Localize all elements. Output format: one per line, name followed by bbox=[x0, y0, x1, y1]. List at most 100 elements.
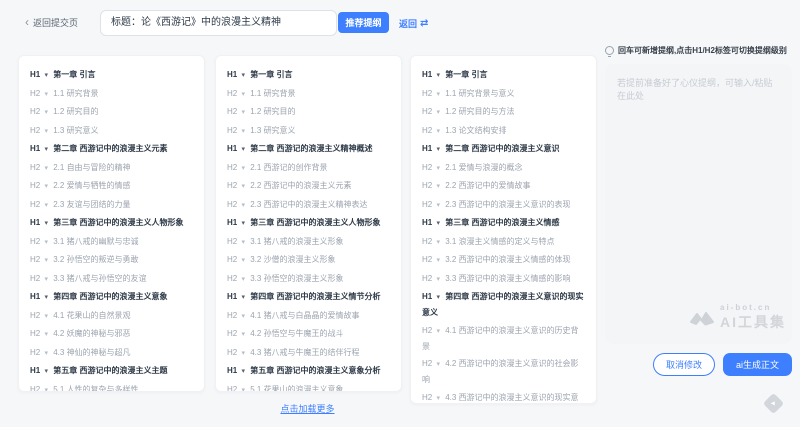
heading-level-tag[interactable]: H1 bbox=[227, 366, 237, 375]
heading-level-tag[interactable]: H1 bbox=[30, 292, 40, 301]
heading-level-tag[interactable]: H2 bbox=[422, 200, 432, 209]
heading-level-tag[interactable]: H2 bbox=[422, 107, 432, 116]
heading-level-tag[interactable]: H2 bbox=[30, 348, 40, 357]
heading-level-tag[interactable]: H2 bbox=[422, 255, 432, 264]
outline-item-text[interactable]: 第四章 西游记中的浪漫主义情节分析 bbox=[250, 292, 380, 301]
heading-level-tag[interactable]: H2 bbox=[30, 200, 40, 209]
outline-item-text[interactable]: 4.2 西游记中的浪漫主义意识的社会影响 bbox=[422, 359, 579, 384]
heading-level-tag[interactable]: H1 bbox=[422, 218, 432, 227]
heading-level-tag[interactable]: H2 bbox=[227, 237, 237, 246]
heading-level-tag[interactable]: H2 bbox=[30, 385, 40, 393]
heading-level-tag[interactable]: H2 bbox=[227, 181, 237, 190]
heading-level-tag[interactable]: H2 bbox=[422, 181, 432, 190]
recommend-outline-button[interactable]: 推荐提纲 bbox=[338, 12, 389, 33]
heading-level-tag[interactable]: H2 bbox=[30, 274, 40, 283]
heading-level-tag[interactable]: H2 bbox=[227, 200, 237, 209]
outline-item-text[interactable]: 第二章 西游记中的浪漫主义意识 bbox=[445, 144, 559, 153]
outline-item-text[interactable]: 1.3 研究意义 bbox=[250, 126, 295, 135]
floating-widget-icon[interactable]: ◂ bbox=[763, 393, 784, 414]
heading-level-tag[interactable]: H2 bbox=[422, 393, 432, 402]
outline-item-text[interactable]: 5.1 花果山的浪漫主义意象 bbox=[250, 385, 343, 393]
outline-item-text[interactable]: 第一章 引言 bbox=[445, 70, 487, 79]
heading-level-tag[interactable]: H2 bbox=[227, 348, 237, 357]
outline-item-text[interactable]: 3.2 西游记中的浪漫主义情感的体现 bbox=[445, 255, 570, 264]
heading-level-tag[interactable]: H2 bbox=[422, 126, 432, 135]
outline-item-text[interactable]: 第一章 引言 bbox=[53, 70, 95, 79]
cancel-edit-button[interactable]: 取消修改 bbox=[653, 353, 715, 376]
outline-item-text[interactable]: 第三章 西游记中的浪漫主义人物形象 bbox=[250, 218, 380, 227]
outline-item-text[interactable]: 第三章 西游记中的浪漫主义情感 bbox=[445, 218, 559, 227]
heading-level-tag[interactable]: H2 bbox=[227, 107, 237, 116]
heading-level-tag[interactable]: H2 bbox=[30, 237, 40, 246]
outline-item-text[interactable]: 1.3 研究意义 bbox=[53, 126, 98, 135]
heading-level-tag[interactable]: H1 bbox=[227, 144, 237, 153]
outline-item-text[interactable]: 2.3 西游记中的浪漫主义精神表达 bbox=[250, 200, 367, 209]
heading-level-tag[interactable]: H2 bbox=[30, 89, 40, 98]
outline-item-text[interactable]: 第二章 西游记的浪漫主义精神概述 bbox=[250, 144, 372, 153]
heading-level-tag[interactable]: H2 bbox=[227, 255, 237, 264]
outline-item-text[interactable]: 2.2 爱情与牺牲的情感 bbox=[53, 181, 130, 190]
outline-item-text[interactable]: 3.1 猪八戒的幽默与忠诚 bbox=[53, 237, 138, 246]
outline-item-text[interactable]: 2.1 自由与冒险的精神 bbox=[53, 163, 130, 172]
heading-level-tag[interactable]: H2 bbox=[422, 326, 432, 335]
heading-level-tag[interactable]: H2 bbox=[30, 181, 40, 190]
heading-level-tag[interactable]: H1 bbox=[422, 144, 432, 153]
outline-item-text[interactable]: 5.1 人性的复杂与多样性 bbox=[53, 385, 138, 393]
outline-item-text[interactable]: 3.3 西游记中的浪漫主义情感的影响 bbox=[445, 274, 570, 283]
heading-level-tag[interactable]: H1 bbox=[422, 292, 432, 301]
heading-level-tag[interactable]: H2 bbox=[227, 329, 237, 338]
heading-level-tag[interactable]: H2 bbox=[227, 89, 237, 98]
outline-item-text[interactable]: 1.1 研究背景 bbox=[250, 89, 295, 98]
outline-item-text[interactable]: 第四章 西游记中的浪漫主义意识的现实意义 bbox=[422, 292, 583, 317]
outline-item-text[interactable]: 1.2 研究目的与方法 bbox=[445, 107, 514, 116]
outline-item-text[interactable]: 1.2 研究目的 bbox=[250, 107, 295, 116]
heading-level-tag[interactable]: H1 bbox=[227, 292, 237, 301]
outline-item-text[interactable]: 第四章 西游记中的浪漫主义意象 bbox=[53, 292, 167, 301]
ai-generate-button[interactable]: ai生成正文 bbox=[723, 353, 792, 376]
title-input[interactable] bbox=[100, 10, 337, 36]
custom-outline-textarea[interactable] bbox=[605, 64, 792, 344]
heading-level-tag[interactable]: H2 bbox=[30, 329, 40, 338]
heading-level-tag[interactable]: H2 bbox=[227, 311, 237, 320]
heading-level-tag[interactable]: H2 bbox=[30, 126, 40, 135]
heading-level-tag[interactable]: H2 bbox=[30, 107, 40, 116]
heading-level-tag[interactable]: H1 bbox=[227, 70, 237, 79]
heading-level-tag[interactable]: H2 bbox=[227, 385, 237, 393]
heading-level-tag[interactable]: H2 bbox=[422, 89, 432, 98]
outline-item-text[interactable]: 2.1 西游记的创作背景 bbox=[250, 163, 327, 172]
outline-item-text[interactable]: 2.2 西游记中的爱情故事 bbox=[445, 181, 530, 190]
heading-level-tag[interactable]: H2 bbox=[227, 163, 237, 172]
outline-item-text[interactable]: 3.3 猪八戒与孙悟空的友谊 bbox=[53, 274, 146, 283]
outline-item-text[interactable]: 4.2 妖魔的神秘与邪恶 bbox=[53, 329, 130, 338]
heading-level-tag[interactable]: H1 bbox=[227, 218, 237, 227]
outline-item-text[interactable]: 第二章 西游记中的浪漫主义元素 bbox=[53, 144, 167, 153]
outline-item-text[interactable]: 4.3 猪八戒与牛魔王的结伴行程 bbox=[250, 348, 359, 357]
outline-item-text[interactable]: 2.2 西游记中的浪漫主义元素 bbox=[250, 181, 351, 190]
outline-item-text[interactable]: 3.1 浪漫主义情感的定义与特点 bbox=[445, 237, 554, 246]
back-link[interactable]: ‹ 返回提交页 bbox=[25, 16, 78, 29]
heading-level-tag[interactable]: H2 bbox=[227, 126, 237, 135]
outline-item-text[interactable]: 1.1 研究背景与意义 bbox=[445, 89, 514, 98]
outline-item-text[interactable]: 1.3 论文结构安排 bbox=[445, 126, 506, 135]
outline-item-text[interactable]: 4.1 猪八戒与白晶晶的爱情故事 bbox=[250, 311, 359, 320]
outline-item-text[interactable]: 4.3 神仙的神秘与超凡 bbox=[53, 348, 130, 357]
heading-level-tag[interactable]: H1 bbox=[30, 70, 40, 79]
outline-item-text[interactable]: 3.3 孙悟空的浪漫主义形象 bbox=[250, 274, 343, 283]
outline-item-text[interactable]: 3.2 孙悟空的叛逆与勇敢 bbox=[53, 255, 138, 264]
outline-item-text[interactable]: 第五章 西游记中的浪漫主义主题 bbox=[53, 366, 167, 375]
heading-level-tag[interactable]: H2 bbox=[30, 255, 40, 264]
outline-item-text[interactable]: 2.3 友谊与团结的力量 bbox=[53, 200, 130, 209]
outline-item-text[interactable]: 2.1 爱情与浪漫的概念 bbox=[445, 163, 522, 172]
heading-level-tag[interactable]: H2 bbox=[422, 237, 432, 246]
outline-item-text[interactable]: 第五章 西游记中的浪漫主义意象分析 bbox=[250, 366, 380, 375]
heading-level-tag[interactable]: H2 bbox=[227, 274, 237, 283]
outline-item-text[interactable]: 第三章 西游记中的浪漫主义人物形象 bbox=[53, 218, 183, 227]
outline-item-text[interactable]: 3.1 猪八戒的浪漫主义形象 bbox=[250, 237, 343, 246]
outline-item-text[interactable]: 3.2 沙僧的浪漫主义形象 bbox=[250, 255, 335, 264]
heading-level-tag[interactable]: H2 bbox=[30, 311, 40, 320]
heading-level-tag[interactable]: H1 bbox=[30, 144, 40, 153]
outline-item-text[interactable]: 第一章 引言 bbox=[250, 70, 292, 79]
load-more-link[interactable]: 点击加载更多 bbox=[0, 402, 615, 415]
outline-item-text[interactable]: 1.1 研究背景 bbox=[53, 89, 98, 98]
heading-level-tag[interactable]: H2 bbox=[422, 163, 432, 172]
